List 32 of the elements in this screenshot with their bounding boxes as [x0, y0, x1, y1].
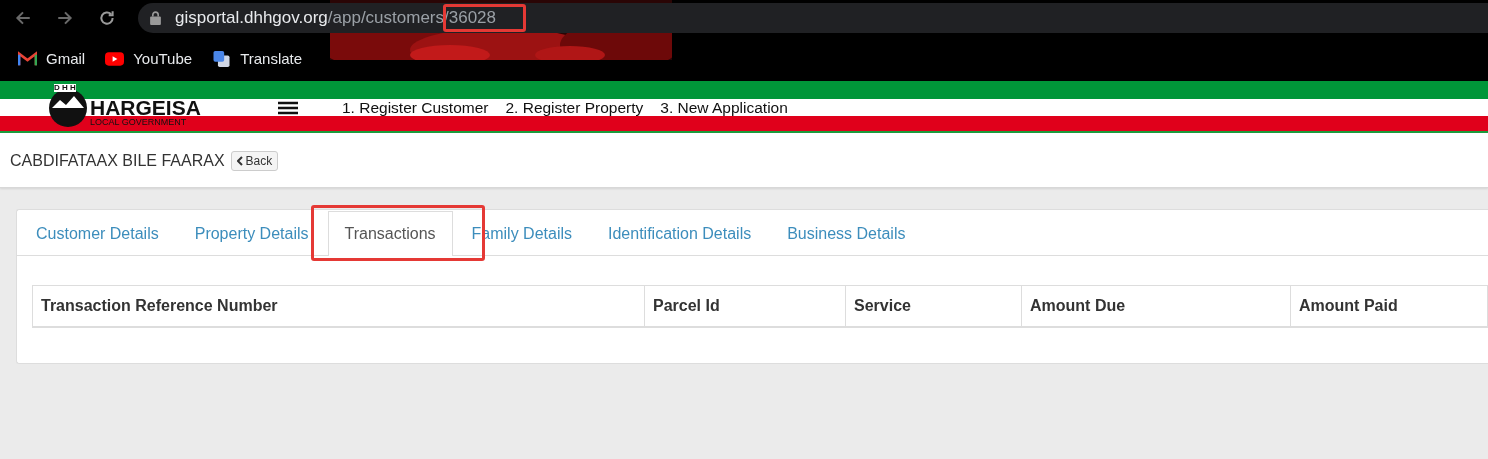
- nav-link[interactable]: 3. New Application: [660, 98, 788, 117]
- tab[interactable]: Customer Details: [19, 211, 176, 255]
- url-id: 36028: [448, 8, 497, 27]
- column-header: Transaction Reference Number: [40, 296, 279, 316]
- logo-subtitle: LOCAL GOVERNMENT: [90, 118, 188, 127]
- menu-icon[interactable]: [278, 101, 298, 115]
- bookmark-item[interactable]: Translate: [212, 50, 303, 67]
- column-header: Service: [845, 286, 1021, 326]
- lock-icon: [150, 11, 161, 25]
- column-header: Parcel Id: [644, 286, 845, 326]
- logo-icon: [48, 88, 88, 128]
- back-button[interactable]: Back: [230, 151, 279, 171]
- reload-icon[interactable]: [98, 9, 116, 27]
- mail-icon: [18, 50, 37, 67]
- customer-name: CABDIFATAAX BILE FAARAX: [10, 152, 225, 170]
- translate-icon: [212, 50, 232, 67]
- tab[interactable]: Identification Details: [591, 211, 769, 255]
- tab[interactable]: Property Details: [177, 211, 326, 255]
- column-header: Amount Due: [1021, 286, 1290, 326]
- play-icon: [105, 50, 125, 67]
- tab[interactable]: Business Details: [770, 211, 923, 255]
- forward-arrow-icon[interactable]: [56, 9, 74, 27]
- nav-link[interactable]: 2. Register Property: [505, 98, 644, 117]
- back-arrow-icon[interactable]: [14, 9, 32, 27]
- bookmark-item[interactable]: Gmail: [18, 50, 86, 67]
- column-header: Amount Paid: [1290, 286, 1488, 326]
- logo-title: HARGEISA: [90, 97, 201, 118]
- logo-initials: D H H: [54, 84, 76, 92]
- tab[interactable]: Transactions: [327, 211, 453, 256]
- nav-link[interactable]: 1. Register Customer: [342, 98, 489, 117]
- bookmark-item[interactable]: YouTube: [105, 50, 193, 67]
- chevron-left-icon: [236, 156, 243, 166]
